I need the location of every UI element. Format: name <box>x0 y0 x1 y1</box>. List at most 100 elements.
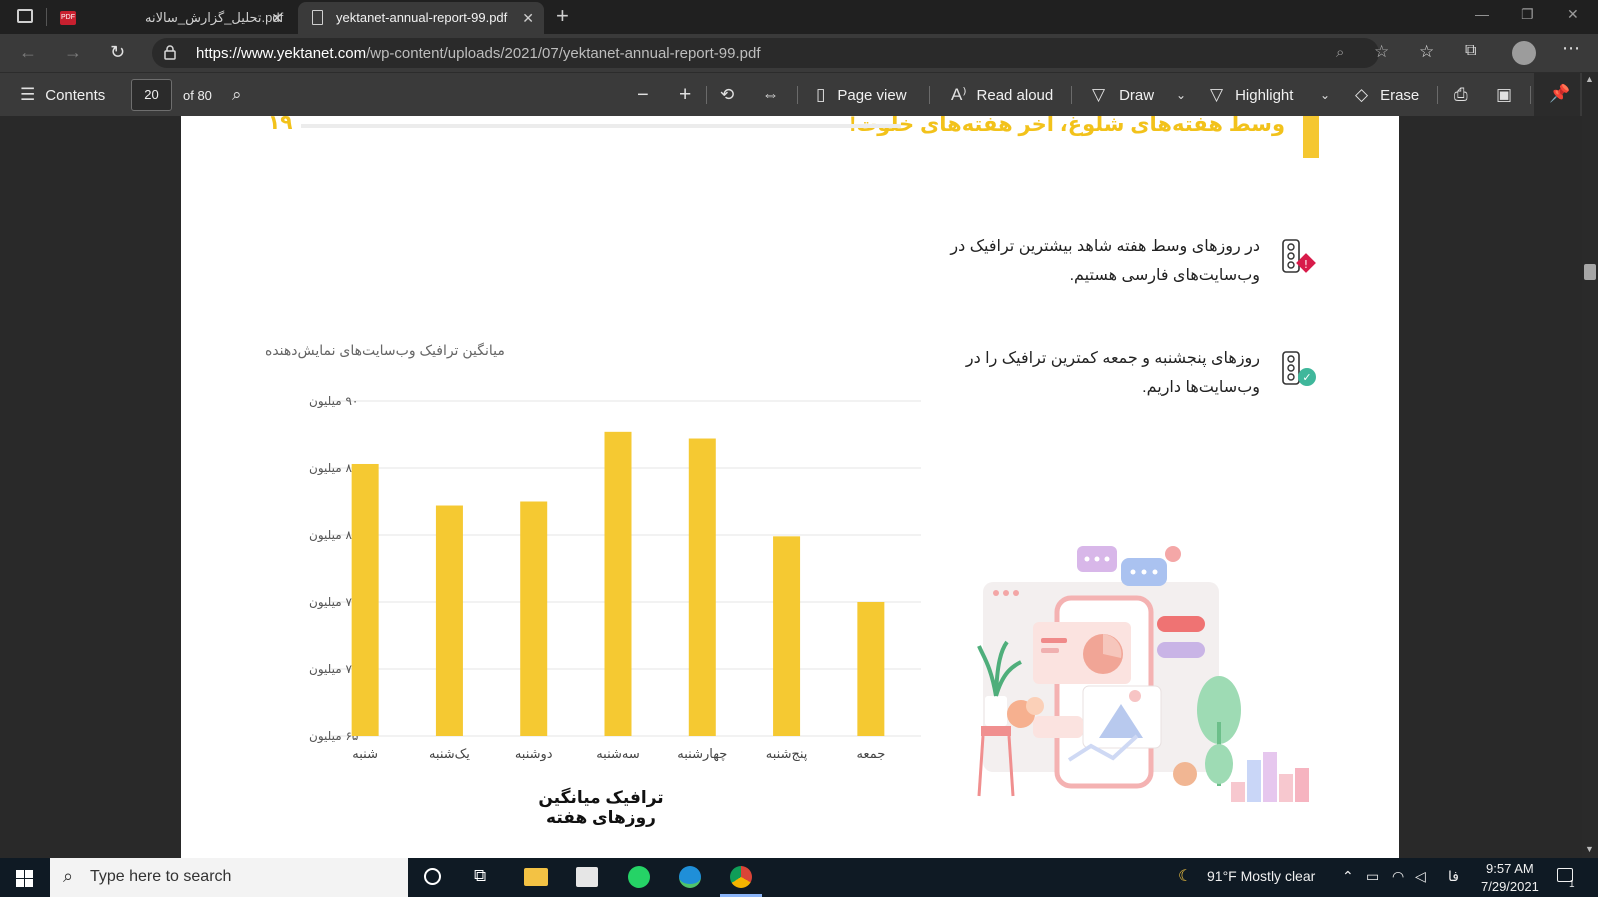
input-language[interactable]: فا <box>1448 868 1459 885</box>
taskbar-search-box[interactable]: ⌕ Type here to search <box>50 858 408 897</box>
back-icon[interactable]: ← <box>19 42 37 63</box>
divider <box>1530 86 1531 104</box>
chart-title: ترافیک میانگین روزهای هفته <box>538 788 664 827</box>
weather-moon-icon: ☾ <box>1178 868 1193 885</box>
contents-button[interactable]: ☰ Contents <box>20 73 105 117</box>
chevron-down-icon[interactable]: ⌄ <box>1176 73 1186 117</box>
draw-button[interactable]: ▽ Draw <box>1092 73 1154 117</box>
tab-actions-icon[interactable] <box>17 9 33 23</box>
task-view-icon[interactable]: ⧉ <box>474 866 486 886</box>
close-tab-icon[interactable]: ✕ <box>271 10 283 27</box>
page-total: of 80 <box>183 87 212 103</box>
print-icon[interactable]: ⎙ <box>1454 73 1468 117</box>
bar <box>351 463 379 736</box>
eraser-icon: ◇ <box>1355 85 1369 104</box>
volume-icon[interactable]: ◁ <box>1415 868 1426 885</box>
cortana-icon[interactable] <box>424 868 441 885</box>
collections-icon[interactable]: ⧉ <box>1465 42 1476 60</box>
traffic-light-icon: ✓ <box>1282 351 1316 386</box>
read-aloud-icon: A⁾ <box>951 85 967 104</box>
chrome-icon[interactable] <box>730 866 752 888</box>
pdf-toolbar: ☰ Contents 20 of 80 ⌕ − + ⟲ ⇔ ▯ Page vie… <box>0 72 1598 117</box>
pin-toolbar-button[interactable]: 📌 <box>1534 73 1580 117</box>
clock-time[interactable]: 9:57 AM <box>1486 861 1534 876</box>
new-tab-icon[interactable]: + <box>556 3 569 29</box>
weather-text[interactable]: 91°F Mostly clear <box>1207 868 1315 884</box>
heading-accent-bar <box>1303 116 1319 158</box>
y-tick-label: ۹۰ میلیون <box>309 394 358 409</box>
svg-text:✓: ✓ <box>1302 371 1311 384</box>
zoom-icon[interactable]: ⌕ <box>1336 44 1344 61</box>
x-category-label: سه‌شنبه <box>596 747 640 762</box>
wifi-icon[interactable]: ◠ <box>1392 868 1404 885</box>
profile-avatar[interactable] <box>1512 41 1536 65</box>
pdf-page: وسط هفته‌های شلوغ، آخر هفته‌های خلوت! ۱۹… <box>181 116 1399 858</box>
tab-strip: PDF تحلیل_گزارش_سالانه.pdf ✕ yektanet-an… <box>0 0 1598 34</box>
chevron-down-icon[interactable]: ⌄ <box>1320 73 1330 117</box>
close-window-icon[interactable]: ✕ <box>1567 6 1579 23</box>
restore-icon[interactable]: ❐ <box>1521 6 1534 23</box>
highlight-button[interactable]: ▽ Highlight <box>1210 73 1293 117</box>
bar <box>435 505 463 736</box>
tab-yektanet-report[interactable]: yektanet-annual-report-99.pdf ✕ <box>298 2 544 34</box>
forward-icon[interactable]: → <box>64 42 82 63</box>
highlight-label: Highlight <box>1235 86 1294 104</box>
file-explorer-icon[interactable] <box>524 868 548 886</box>
url-field[interactable]: https://www.yektanet.com/wp-content/uplo… <box>152 38 1389 68</box>
refresh-icon[interactable]: ↻ <box>110 42 125 63</box>
add-favorite-icon[interactable]: ☆ <box>1374 42 1389 62</box>
bar <box>604 431 632 736</box>
divider <box>797 86 798 104</box>
contents-label: Contents <box>45 86 106 104</box>
url-path: /wp-content/uploads/2021/07/yektanet-ann… <box>366 45 761 62</box>
page-view-label: Page view <box>837 86 907 104</box>
pdf-viewer[interactable]: وسط هفته‌های شلوغ، آخر هفته‌های خلوت! ۱۹… <box>0 116 1598 858</box>
divider <box>706 86 707 104</box>
zoom-in-icon[interactable]: + <box>679 73 691 117</box>
search-placeholder: Type here to search <box>90 868 232 885</box>
more-icon[interactable]: ⋯ <box>1562 38 1580 59</box>
tab-title: yektanet-annual-report-99.pdf <box>336 10 508 25</box>
close-tab-icon[interactable]: ✕ <box>522 10 534 27</box>
x-category-label: دوشنبه <box>515 747 553 762</box>
search-icon: ⌕ <box>63 866 74 886</box>
svg-text:!: ! <box>1304 258 1308 271</box>
scroll-down-icon[interactable]: ▼ <box>1585 844 1594 854</box>
address-bar-row: ← → ↻ https://www.yektanet.com/wp-conten… <box>0 34 1598 72</box>
y-tick-label: ۷۵ میلیون <box>309 595 358 610</box>
x-category-label: یک‌شنبه <box>429 747 470 762</box>
page-number-input[interactable]: 20 <box>131 79 172 111</box>
traffic-bar-chart: ۶۵ میلیون ۷۰ میلیون ۷۵ میلیون ۸۰ میلیون ۸۵ م… <box>309 394 921 762</box>
pen-icon: ▽ <box>1092 85 1106 104</box>
vertical-scrollbar[interactable]: ▲ ▼ <box>1582 72 1598 858</box>
read-aloud-label: Read aloud <box>976 86 1054 104</box>
y-tick-label: ۶۵ میلیون <box>309 729 358 744</box>
clock-date[interactable]: 7/29/2021 <box>1481 879 1539 894</box>
read-aloud-button[interactable]: A⁾ Read aloud <box>951 73 1053 117</box>
rotate-icon[interactable]: ⟲ <box>720 73 734 117</box>
edge-icon[interactable] <box>679 866 701 888</box>
erase-button[interactable]: ◇ Erase <box>1355 73 1419 117</box>
store-icon[interactable] <box>576 867 598 887</box>
whatsapp-icon[interactable] <box>628 866 650 888</box>
draw-label: Draw <box>1119 86 1155 104</box>
show-hidden-icons-icon[interactable]: ⌃ <box>1342 868 1354 885</box>
battery-icon[interactable]: ▭ <box>1366 868 1379 885</box>
tab-analysis-pdf[interactable]: PDF تحلیل_گزارش_سالانه.pdf ✕ <box>50 2 293 34</box>
dashboard-illustration <box>977 546 1309 802</box>
page-view-button[interactable]: ▯ Page view <box>816 73 907 117</box>
x-category-label: چهارشنبه <box>677 747 727 762</box>
fit-page-icon[interactable]: ⇔ <box>762 73 779 117</box>
scroll-up-icon[interactable]: ▲ <box>1585 74 1594 84</box>
divider <box>1437 86 1438 104</box>
zoom-out-icon[interactable]: − <box>637 73 649 117</box>
windows-start-icon[interactable] <box>16 870 33 887</box>
favorites-icon[interactable]: ☆ <box>1419 42 1434 62</box>
scroll-thumb[interactable] <box>1584 264 1596 280</box>
url-text: https://www.yektanet.com/wp-content/uplo… <box>196 45 761 62</box>
y-tick-label: ۷۰ میلیون <box>309 662 358 677</box>
save-icon[interactable]: ▣ <box>1496 73 1512 117</box>
minimize-icon[interactable]: — <box>1475 6 1489 22</box>
bar <box>773 536 801 736</box>
search-icon[interactable]: ⌕ <box>232 73 242 117</box>
